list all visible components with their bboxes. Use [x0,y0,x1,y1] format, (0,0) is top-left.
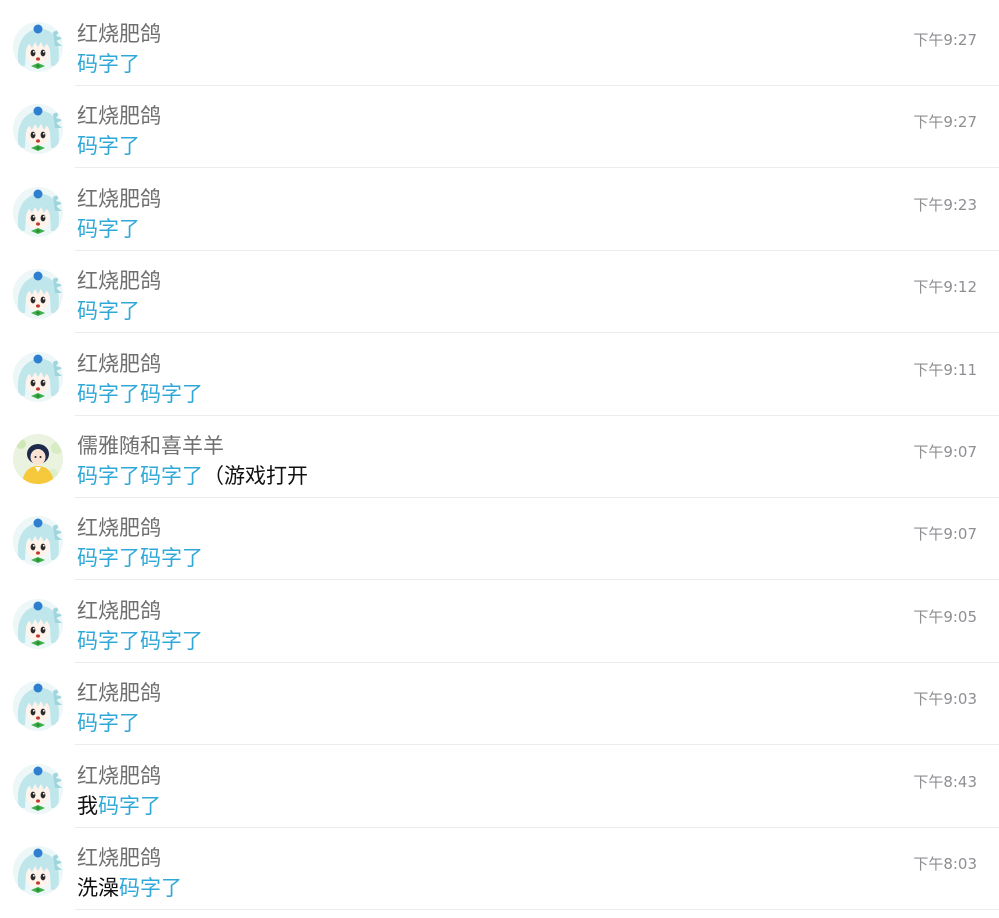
message-timestamp: 下午9:03 [913,690,977,709]
highlighted-keyword: 码字了 [77,134,140,159]
avatar[interactable] [13,351,63,402]
sender-name: 红烧肥鸽 [77,186,161,211]
highlighted-keyword: 码字了 [98,793,161,818]
highlighted-keyword: 码字了码字了 [77,381,203,406]
message-timestamp: 下午8:03 [913,855,977,873]
message-text: 洗澡码字了 [77,874,182,902]
message-text: 码字了 [77,297,140,325]
message-fragment: 洗澡 [77,876,119,900]
avatar[interactable] [13,434,63,484]
message-timestamp: 下午9:27 [913,31,977,49]
message-text: 码字了码字了 [77,627,203,655]
message-timestamp: 下午9:11 [913,360,977,379]
message-text: 码字了 [77,132,140,160]
avatar[interactable] [13,598,63,649]
message-text: 码字了 [77,709,140,737]
message-timestamp: 下午9:07 [913,525,977,544]
avatar[interactable] [13,681,63,732]
message-timestamp: 下午9:07 [913,443,977,461]
message-result-row[interactable]: 红烧肥鸽码字了 下午9:03 [0,663,999,746]
avatar[interactable] [13,22,63,72]
message-result-row[interactable]: 红烧肥鸽洗澡码字了 下午8:03 [0,828,999,910]
message-text: 码字了 [77,215,140,243]
message-text: 码字了码字了 [77,380,203,408]
message-fragment: 我 [77,793,98,818]
sender-name: 红烧肥鸽 [77,681,161,706]
highlighted-keyword: 码字了码字了 [77,628,203,653]
avatar[interactable] [13,846,63,896]
message-result-row[interactable]: 红烧肥鸽码字了 下午9:27 [0,4,999,86]
message-fragment: （游戏打开 [203,464,308,488]
avatar[interactable] [13,516,63,567]
avatar[interactable] [13,104,63,155]
highlighted-keyword: 码字了 [77,299,140,324]
message-result-row[interactable]: 红烧肥鸽码字了码字了 下午9:05 [0,581,999,663]
message-result-row[interactable]: 红烧肥鸽我码字了 下午8:43 [0,746,999,828]
message-text: 码字了码字了 [77,544,203,572]
message-timestamp: 下午9:12 [913,278,977,297]
sender-name: 红烧肥鸽 [77,351,161,376]
avatar[interactable] [13,269,63,320]
message-result-row[interactable]: 儒雅随和喜羊羊 码字了码字了（游戏打开 下午9:07 [0,416,999,498]
message-timestamp: 下午9:05 [913,607,977,626]
row-divider [75,909,999,910]
highlighted-keyword: 码字了 [77,711,140,736]
highlighted-keyword: 码字了码字了 [77,546,203,571]
avatar[interactable] [13,763,63,814]
message-text: 码字了 [77,50,140,78]
message-timestamp: 下午9:27 [913,113,977,132]
sender-name: 红烧肥鸽 [77,598,161,623]
avatar[interactable] [13,186,63,237]
message-result-row[interactable]: 红烧肥鸽码字了 下午9:27 [0,86,999,169]
message-result-row[interactable]: 红烧肥鸽码字了码字了 下午9:11 [0,334,999,416]
sender-name: 红烧肥鸽 [77,763,161,788]
highlighted-keyword: 码字了 [119,876,182,900]
highlighted-keyword: 码字了 [77,216,140,241]
message-result-row[interactable]: 红烧肥鸽码字了码字了 下午9:07 [0,498,999,581]
message-text: 我码字了 [77,792,161,820]
sender-name: 红烧肥鸽 [77,22,161,46]
sender-name: 红烧肥鸽 [77,516,161,541]
message-timestamp: 下午8:43 [913,772,977,791]
message-timestamp: 下午9:23 [913,195,977,214]
sender-name: 红烧肥鸽 [77,104,161,129]
sender-name: 红烧肥鸽 [77,846,161,870]
message-text: 码字了码字了（游戏打开 [77,462,308,490]
message-result-row[interactable]: 红烧肥鸽码字了 下午9:23 [0,169,999,251]
highlighted-keyword: 码字了 [77,52,140,76]
sender-name: 儒雅随和喜羊羊 [77,434,224,458]
message-result-row[interactable]: 红烧肥鸽码字了 下午9:12 [0,251,999,334]
highlighted-keyword: 码字了码字了 [77,464,203,488]
sender-name: 红烧肥鸽 [77,269,161,294]
